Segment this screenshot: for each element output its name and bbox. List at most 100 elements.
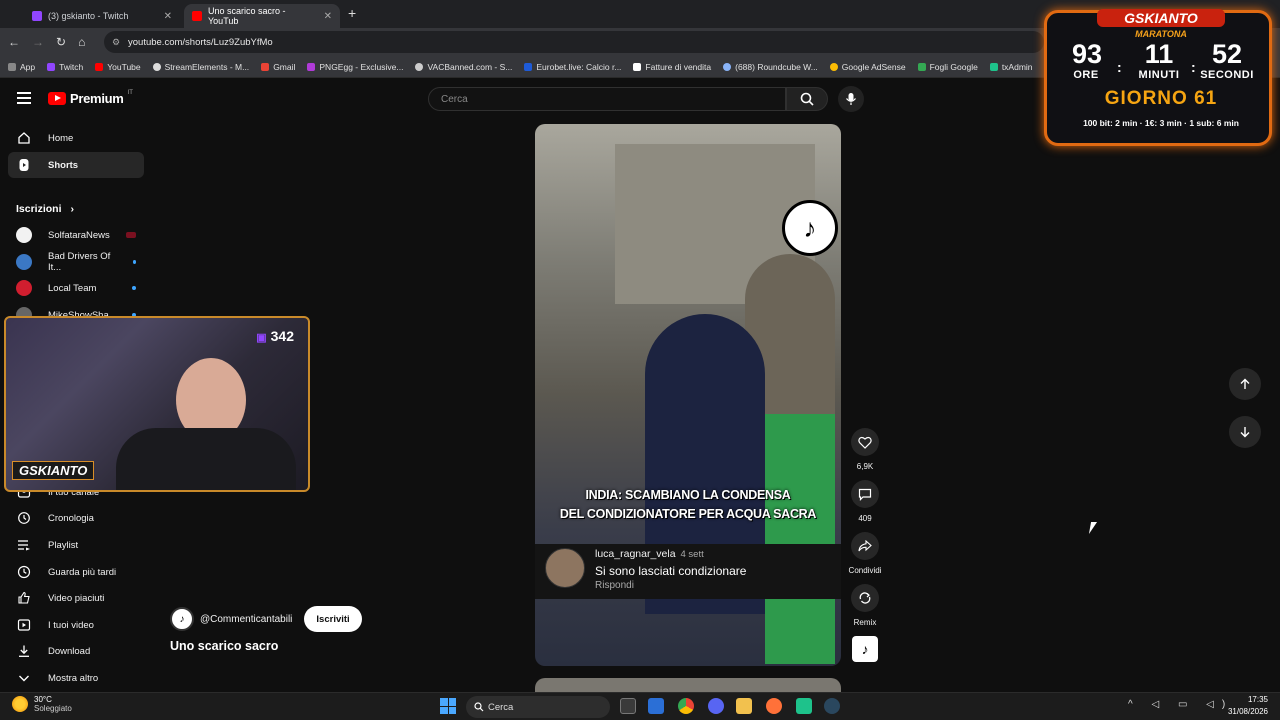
comment-author[interactable]: luca_ragnar_vela 4 sett	[595, 548, 746, 560]
bookmark-item[interactable]: App	[8, 62, 35, 72]
next-short-preview[interactable]	[535, 678, 841, 692]
bookmark-item[interactable]: YouTube	[95, 62, 141, 72]
sidebar-item-history[interactable]: Cronologia	[8, 505, 144, 531]
search-input[interactable]: Cerca	[428, 87, 786, 111]
bookmark-item[interactable]: StreamElements - M...	[152, 62, 249, 72]
next-short-button[interactable]	[1229, 416, 1261, 448]
chrome-icon[interactable]	[678, 698, 694, 714]
youtube-icon	[95, 62, 104, 71]
close-icon[interactable]: ✕	[324, 11, 332, 22]
eurobet-icon	[524, 62, 533, 71]
like-button[interactable]: 6,9K	[847, 428, 883, 471]
comment-overlay[interactable]: luca_ragnar_vela 4 sett Si sono lasciati…	[535, 544, 841, 599]
subscriptions-heading[interactable]: Iscrizioni ›	[16, 203, 74, 215]
bookmark-item[interactable]: VACBanned.com - S...	[415, 62, 512, 72]
bookmark-item[interactable]: PNGEgg - Exclusive...	[307, 62, 403, 72]
twitch-icon: ▣	[256, 332, 267, 344]
avatar	[16, 254, 32, 270]
gmail-icon	[261, 62, 270, 71]
sidebar-item-shorts[interactable]: Shorts	[8, 152, 144, 178]
remix-button[interactable]: Remix	[847, 584, 883, 627]
bookmark-item[interactable]: Gmail	[261, 62, 295, 72]
timer-minutes-label: MINUTI	[1138, 69, 1180, 81]
menu-icon[interactable]	[17, 92, 31, 104]
heart-icon	[851, 428, 879, 456]
music-note-icon[interactable]: ♪	[170, 607, 194, 631]
back-icon[interactable]: ←	[8, 35, 20, 49]
sidebar-item-label: Shorts	[48, 159, 79, 171]
sheets-icon	[917, 62, 926, 71]
twitch-icon	[47, 62, 56, 71]
apps-grid-icon	[8, 62, 16, 71]
sidebar-item-home[interactable]: Home	[8, 125, 144, 151]
comments-button[interactable]: 409	[847, 480, 883, 523]
reload-icon[interactable]: ↻	[56, 35, 66, 49]
sidebar-item-liked-videos[interactable]: Video piaciuti	[8, 585, 144, 611]
new-content-dot	[132, 286, 136, 290]
tab-title: (3) gskianto - Twitch	[48, 11, 129, 21]
system-tray-icons[interactable]: ^ ◁ ▭ ◁)	[1128, 699, 1233, 710]
vacbanned-icon	[415, 62, 424, 71]
remix-icon	[851, 584, 879, 612]
sidebar-item-label: Playlist	[48, 539, 79, 551]
app-icon[interactable]	[796, 698, 812, 714]
task-view-icon[interactable]	[620, 698, 636, 714]
url-field[interactable]: ⚙ youtube.com/shorts/Luz9ZubYfMo	[104, 31, 1044, 53]
sidebar-item-show-more[interactable]: Mostra altro	[8, 665, 144, 691]
short-title: Uno scarico sacro	[170, 639, 279, 653]
sidebar-item-playlist[interactable]: Playlist	[8, 532, 144, 558]
bookmark-item[interactable]: Twitch	[47, 62, 83, 72]
thumbs-up-icon	[16, 590, 32, 606]
bookmark-item[interactable]: Fatture di vendita	[633, 62, 711, 72]
home-icon[interactable]: ⌂	[78, 35, 85, 49]
history-icon	[16, 510, 32, 526]
store-icon[interactable]	[648, 698, 664, 714]
timer-hours: 93	[1071, 39, 1103, 69]
discord-icon[interactable]	[708, 698, 724, 714]
subscription-item[interactable]: Local Team	[8, 275, 144, 301]
share-button[interactable]: Condividi	[847, 532, 883, 575]
google-icon	[829, 62, 838, 71]
taskbar-clock[interactable]: 17:35 31/08/2026	[1228, 694, 1268, 718]
windows-taskbar: 30°C Soleggiato Cerca ^ ◁ ▭ ◁) 17:35 31/…	[0, 692, 1280, 720]
tab-youtube[interactable]: Uno scarico sacro - YouTub ✕	[184, 4, 340, 28]
bookmark-item[interactable]: Eurobet.live: Calcio r...	[524, 62, 621, 72]
bookmark-item[interactable]: (688) Roundcube W...	[723, 62, 818, 72]
voice-search-button[interactable]	[838, 86, 864, 112]
marathon-timer-overlay: GSKIANTO MARATONA 93 : 11 : 52 ORE MINUT…	[1044, 9, 1272, 146]
sidebar-item-label: I tuoi video	[48, 619, 94, 631]
stream-brand: GSKIANTO	[12, 461, 95, 480]
streamer-body	[116, 428, 296, 490]
bookmark-item[interactable]: txAdmin	[989, 62, 1033, 72]
bookmark-item[interactable]: Fogli Google	[917, 62, 978, 72]
youtube-premium-logo[interactable]: Premium IT	[48, 90, 133, 106]
subscribe-button[interactable]: Iscriviti	[304, 606, 362, 632]
windows-start-icon[interactable]	[440, 698, 456, 714]
close-icon[interactable]: ✕	[164, 11, 172, 22]
weather-widget[interactable]: 30°C Soleggiato	[12, 695, 72, 713]
reply-button[interactable]: Rispondi	[595, 580, 746, 591]
new-tab-button[interactable]: +	[348, 5, 356, 21]
share-label: Condividi	[848, 566, 882, 575]
forward-icon[interactable]: →	[32, 35, 44, 49]
bookmark-item[interactable]: Google AdSense	[829, 62, 906, 72]
firefox-icon[interactable]	[766, 698, 782, 714]
sidebar-item-watch-later[interactable]: Guarda più tardi	[8, 559, 144, 585]
timer-brand: GSKIANTO	[1097, 9, 1225, 27]
tab-twitch[interactable]: (3) gskianto - Twitch ✕	[24, 4, 180, 28]
file-explorer-icon[interactable]	[736, 698, 752, 714]
site-info-icon[interactable]: ⚙	[112, 37, 120, 48]
channel-name[interactable]: @Commenticantabili	[200, 614, 292, 625]
sound-button[interactable]: ♪	[847, 636, 883, 662]
viewer-count: ▣ 342	[256, 328, 294, 344]
subscription-item[interactable]: SolfataraNews	[8, 222, 144, 248]
steam-icon[interactable]	[824, 698, 840, 714]
youtube-icon	[192, 11, 202, 21]
subscription-item[interactable]: Bad Drivers Of It...	[8, 249, 144, 275]
taskbar-search[interactable]: Cerca	[466, 696, 610, 718]
sidebar-item-download[interactable]: Download	[8, 638, 144, 664]
live-indicator	[126, 232, 136, 238]
sidebar-item-your-videos[interactable]: I tuoi video	[8, 612, 144, 638]
search-button[interactable]	[786, 87, 828, 111]
previous-short-button[interactable]	[1229, 368, 1261, 400]
